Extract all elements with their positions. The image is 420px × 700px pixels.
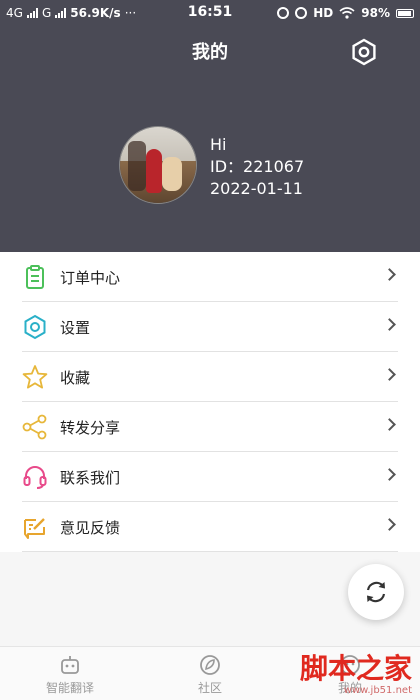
menu-item-contact[interactable]: 联系我们 xyxy=(0,452,420,502)
profile-id: ID：221067 xyxy=(210,157,305,176)
edit-icon xyxy=(24,518,45,539)
refresh-button[interactable] xyxy=(348,564,404,620)
mute-bell-icon xyxy=(277,7,290,19)
settings-gear-icon[interactable] xyxy=(350,38,378,66)
menu-list: 订单中心 设置 收藏 转发分享 联系我们 意见反馈 xyxy=(0,252,420,552)
status-right: HD 98% xyxy=(277,6,414,20)
menu-item-settings[interactable]: 设置 xyxy=(0,302,420,352)
profile-date: 2022-01-11 xyxy=(210,179,303,198)
menu-item-feedback[interactable]: 意见反馈 xyxy=(0,502,420,552)
leaf-icon xyxy=(200,655,220,675)
avatar[interactable] xyxy=(119,126,197,204)
menu-item-label: 设置 xyxy=(60,319,91,337)
share-icon xyxy=(22,414,47,440)
menu-item-label: 转发分享 xyxy=(60,419,121,437)
gear-icon xyxy=(24,314,46,340)
menu-item-orders[interactable]: 订单中心 xyxy=(0,252,420,302)
chevron-right-icon xyxy=(383,268,396,281)
battery-percent: 98% xyxy=(361,6,390,20)
chevron-right-icon xyxy=(383,318,396,331)
chevron-right-icon xyxy=(383,468,396,481)
header: 4G G 56.9K/s ··· 16:51 HD 98% 我的 Hi ID：2… xyxy=(0,0,420,252)
tab-label: 社区 xyxy=(197,681,222,695)
robot-icon xyxy=(61,656,79,674)
divider xyxy=(22,551,398,552)
status-bar: 4G G 56.9K/s ··· 16:51 HD 98% xyxy=(0,0,420,28)
refresh-icon xyxy=(366,581,386,603)
wifi-icon xyxy=(339,7,355,19)
tab-translate[interactable]: 智能翻译 xyxy=(20,653,120,696)
menu-item-share[interactable]: 转发分享 xyxy=(0,402,420,452)
menu-item-label: 意见反馈 xyxy=(60,519,121,537)
watermark-url: www.jb51.net xyxy=(343,685,412,696)
profile-greeting: Hi xyxy=(210,135,227,154)
chevron-right-icon xyxy=(383,518,396,531)
headset-icon xyxy=(23,466,47,489)
profile-info: Hi ID：221067 2022-01-11 xyxy=(210,134,304,200)
menu-item-label: 收藏 xyxy=(60,369,91,387)
clipboard-icon xyxy=(26,265,44,289)
watermark: 脚本之家 www.jb51.net xyxy=(299,652,412,697)
watermark-title: 脚本之家 xyxy=(299,652,412,685)
battery-icon xyxy=(396,8,414,18)
chevron-right-icon xyxy=(383,418,396,431)
star-icon xyxy=(22,365,48,389)
menu-item-favorites[interactable]: 收藏 xyxy=(0,352,420,402)
hd-label: HD xyxy=(313,6,334,20)
menu-item-label: 联系我们 xyxy=(60,469,121,487)
tab-label: 智能翻译 xyxy=(45,681,94,695)
menu-item-label: 订单中心 xyxy=(60,269,121,287)
chevron-right-icon xyxy=(383,368,396,381)
tab-community[interactable]: 社区 xyxy=(160,653,260,696)
alarm-icon xyxy=(295,7,308,19)
bottom-tab-bar: 智能翻译 社区 我的 脚本之家 www.jb51.net xyxy=(0,646,420,700)
